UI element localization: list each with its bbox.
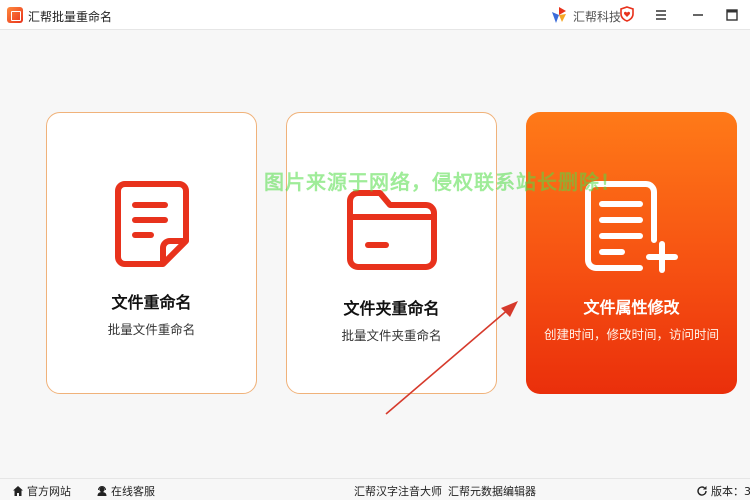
customer-service-icon xyxy=(97,486,107,496)
metadata-tool-link[interactable]: 汇帮元数据编辑器 xyxy=(448,483,536,499)
card-subtitle: 创建时间，修改时间，访问时间 xyxy=(543,327,719,342)
file-document-icon xyxy=(114,181,189,267)
maximize-icon[interactable] xyxy=(722,5,742,25)
home-icon xyxy=(13,486,23,496)
shield-heart-icon[interactable] xyxy=(620,6,634,22)
card-title: 文件属性修改 xyxy=(583,298,680,317)
version-label: 版本：3.0 xyxy=(711,485,750,498)
file-rename-card[interactable]: 文件重命名 批量文件重命名 xyxy=(46,112,257,394)
brand-name[interactable]: 汇帮科技 xyxy=(573,8,621,25)
online-service-label: 在线客服 xyxy=(111,485,155,498)
card-title: 文件重命名 xyxy=(111,293,192,312)
minimize-icon[interactable] xyxy=(688,5,708,25)
official-website-label: 官方网站 xyxy=(27,485,71,498)
watermark-text: 图片来源于网络，侵权联系站长删除！ xyxy=(264,170,621,194)
hamburger-menu-icon[interactable] xyxy=(651,5,671,25)
official-website-link[interactable]: 官方网站 xyxy=(12,483,71,499)
pinyin-tool-link[interactable]: 汇帮汉字注音大师 xyxy=(354,483,442,499)
card-subtitle: 批量文件重命名 xyxy=(107,322,196,337)
app-logo-icon xyxy=(7,7,23,23)
online-service-link[interactable]: 在线客服 xyxy=(96,483,155,499)
refresh-icon xyxy=(697,486,707,496)
folder-icon xyxy=(346,190,437,270)
pointer-arrow-icon xyxy=(385,301,518,415)
file-attributes-card[interactable]: 文件属性修改 创建时间，修改时间，访问时间 xyxy=(526,112,737,394)
version-info[interactable]: 版本：3.0 xyxy=(696,483,750,499)
window-title: 汇帮批量重命名 xyxy=(28,10,113,24)
brand-logo-icon xyxy=(552,7,566,23)
footer-bar: 官方网站 在线客服 汇帮汉字注音大师 汇帮元数据编辑器 版本：3.0 xyxy=(0,478,750,500)
title-bar: 汇帮批量重命名 汇帮科技 xyxy=(0,0,750,30)
